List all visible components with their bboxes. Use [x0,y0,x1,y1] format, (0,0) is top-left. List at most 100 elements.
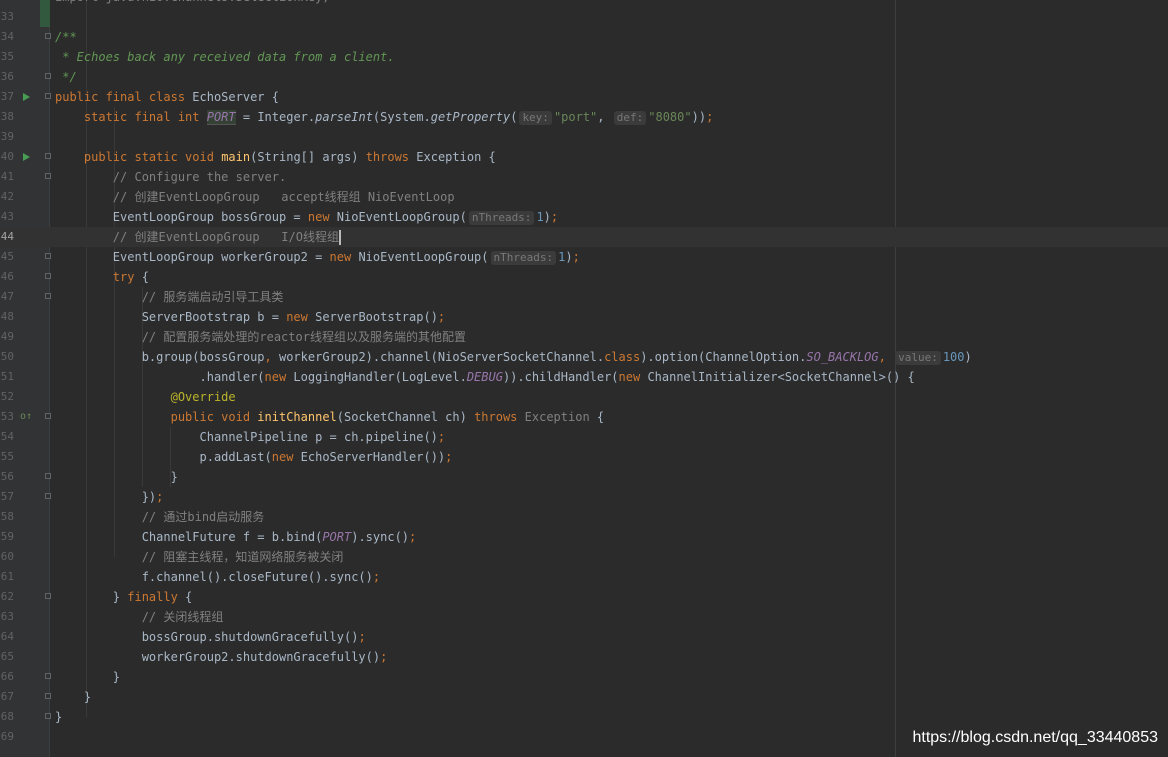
code-text[interactable]: public static void main(String[] args) t… [55,147,496,167]
code-text[interactable]: // 阻塞主线程，知道网络服务被关闭 [55,547,344,567]
code-text[interactable]: ServerBootstrap b = new ServerBootstrap(… [55,307,445,327]
line-number[interactable]: 68 [0,707,14,727]
line-number[interactable]: 57 [0,487,14,507]
code-text[interactable]: static final int PORT = Integer.parseInt… [55,107,713,127]
line-number[interactable]: 53 [0,407,14,427]
code-line[interactable]: 60 // 阻塞主线程，知道网络服务被关闭 [0,547,1168,567]
code-line[interactable]: 40 public static void main(String[] args… [0,147,1168,167]
code-line[interactable]: 32 import java.nio.channels.SelectionKey; [0,0,1168,7]
code-text[interactable]: try { [55,267,149,287]
code-text[interactable]: } finally { [55,587,192,607]
code-line[interactable]: 36 */ [0,67,1168,87]
fold-marker-icon[interactable] [45,493,51,499]
line-number[interactable]: 58 [0,507,14,527]
code-text[interactable]: b.group(bossGroup, workerGroup2).channel… [55,347,972,367]
code-line[interactable]: 42 // 创建EventLoopGroup accept线程组 NioEven… [0,187,1168,207]
line-number[interactable]: 50 [0,347,14,367]
code-text[interactable]: EventLoopGroup bossGroup = new NioEventL… [55,207,558,227]
line-number[interactable]: 34 [0,27,14,47]
code-line[interactable]: 56 } [0,467,1168,487]
code-line[interactable]: 34 /** [0,27,1168,47]
line-number[interactable]: 51 [0,367,14,387]
code-line[interactable]: 55 p.addLast(new EchoServerHandler()); [0,447,1168,467]
line-number[interactable]: 69 [0,727,14,747]
line-number[interactable]: 55 [0,447,14,467]
line-number[interactable]: 61 [0,567,14,587]
fold-marker-icon[interactable] [45,593,51,599]
line-number[interactable]: 52 [0,387,14,407]
code-line[interactable]: 37 public final class EchoServer { [0,87,1168,107]
line-number[interactable]: 59 [0,527,14,547]
code-lines[interactable]: 32 import java.nio.channels.SelectionKey;… [0,0,1168,747]
line-number[interactable]: 65 [0,647,14,667]
run-gutter-icon[interactable] [23,93,30,101]
line-number[interactable]: 45 [0,247,14,267]
code-text[interactable]: .handler(new LoggingHandler(LogLevel.DEB… [55,367,914,387]
code-line[interactable]: 57 }); [0,487,1168,507]
code-text[interactable]: * Echoes back any received data from a c… [55,47,394,67]
code-text[interactable]: @Override [55,387,236,407]
code-line[interactable]: 63 // 关闭线程组 [0,607,1168,627]
code-line[interactable]: 49 // 配置服务端处理的reactor线程组以及服务端的其他配置 [0,327,1168,347]
code-text[interactable]: // 创建EventLoopGroup accept线程组 NioEventLo… [55,187,455,207]
code-text[interactable]: // 配置服务端处理的reactor线程组以及服务端的其他配置 [55,327,466,347]
fold-marker-icon[interactable] [45,673,51,679]
line-number[interactable]: 38 [0,107,14,127]
code-text[interactable]: import java.nio.channels.SelectionKey; [55,0,330,7]
code-text[interactable]: // Configure the server. [55,167,286,187]
code-line[interactable]: 51 .handler(new LoggingHandler(LogLevel.… [0,367,1168,387]
code-text[interactable]: // 通过bind启动服务 [55,507,265,527]
code-text[interactable]: } [55,707,62,727]
code-text[interactable]: public final class EchoServer { [55,87,279,107]
fold-marker-icon[interactable] [45,173,51,179]
code-text[interactable]: p.addLast(new EchoServerHandler()); [55,447,452,467]
code-line[interactable]: 45 EventLoopGroup workerGroup2 = new Nio… [0,247,1168,267]
code-line[interactable]: 50 b.group(bossGroup, workerGroup2).chan… [0,347,1168,367]
line-number[interactable]: 60 [0,547,14,567]
line-number[interactable]: 47 [0,287,14,307]
code-text[interactable]: }); [55,487,164,507]
code-text[interactable]: // 服务端启动引导工具类 [55,287,284,307]
code-text[interactable]: public void initChannel(SocketChannel ch… [55,407,605,427]
code-line[interactable]: 62 } finally { [0,587,1168,607]
code-line[interactable]: 67 } [0,687,1168,707]
code-line[interactable]: 39 [0,127,1168,147]
line-number[interactable]: 62 [0,587,14,607]
code-line[interactable]: 41 // Configure the server. [0,167,1168,187]
code-line[interactable]: 66 } [0,667,1168,687]
code-line[interactable]: 65 workerGroup2.shutdownGracefully(); [0,647,1168,667]
code-text[interactable]: EventLoopGroup workerGroup2 = new NioEve… [55,247,580,267]
line-number[interactable]: 46 [0,267,14,287]
code-line[interactable]: 47 // 服务端启动引导工具类 [0,287,1168,307]
code-text[interactable]: } [55,467,178,487]
code-text[interactable]: workerGroup2.shutdownGracefully(); [55,647,388,667]
code-text[interactable]: } [55,667,120,687]
line-number[interactable]: 63 [0,607,14,627]
line-number[interactable]: 32 [0,0,14,7]
code-line[interactable]: 35 * Echoes back any received data from … [0,47,1168,67]
code-line[interactable]: 43 EventLoopGroup bossGroup = new NioEve… [0,207,1168,227]
code-text[interactable]: /** [55,27,77,47]
line-number[interactable]: 42 [0,187,14,207]
line-number[interactable]: 49 [0,327,14,347]
line-number[interactable]: 36 [0,67,14,87]
code-line[interactable]: 33 [0,7,1168,27]
code-line[interactable]: 48 ServerBootstrap b = new ServerBootstr… [0,307,1168,327]
code-text[interactable]: } [55,687,91,707]
line-number[interactable]: 54 [0,427,14,447]
line-number[interactable]: 67 [0,687,14,707]
code-line[interactable]: 53 o↑ public void initChannel(SocketChann… [0,407,1168,427]
code-text[interactable]: ChannelFuture f = b.bind(PORT).sync(); [55,527,417,547]
run-gutter-icon[interactable] [23,153,30,161]
line-number[interactable]: 41 [0,167,14,187]
fold-marker-icon[interactable] [45,693,51,699]
code-line[interactable]: 58 // 通过bind启动服务 [0,507,1168,527]
line-number[interactable]: 35 [0,47,14,67]
line-number[interactable]: 39 [0,127,14,147]
fold-marker-icon[interactable] [45,713,51,719]
fold-marker-icon[interactable] [45,253,51,259]
code-line[interactable]: 61 f.channel().closeFuture().sync(); [0,567,1168,587]
fold-marker-icon[interactable] [45,153,51,159]
line-number[interactable]: 43 [0,207,14,227]
override-method-icon[interactable]: o↑ [20,407,32,427]
